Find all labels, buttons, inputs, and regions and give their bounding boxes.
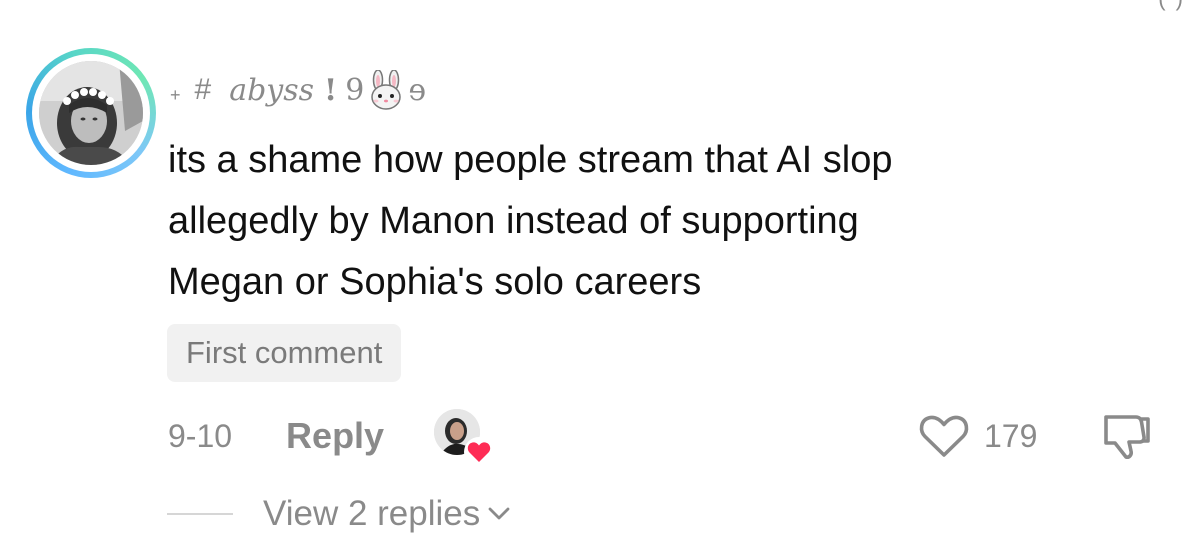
author-nine: 9 — [345, 72, 365, 108]
author-tail: ɘ — [408, 72, 427, 108]
view-replies-label: View 2 replies — [263, 494, 481, 533]
heart-outline-icon — [919, 415, 969, 457]
avatar-inner-ring — [32, 54, 150, 172]
first-comment-badge: First comment — [167, 324, 402, 382]
like-button[interactable]: 179 — [918, 410, 1037, 462]
comment-meta-row: 9-10 Reply — [168, 408, 495, 467]
heart-badge-icon — [464, 437, 495, 467]
like-count: 179 — [984, 417, 1038, 454]
previous-item-fragment: ( ) — [1158, 0, 1185, 12]
avatar-photo — [39, 61, 143, 165]
author-name: abyss — [229, 72, 315, 108]
creator-liked-indicator[interactable] — [434, 409, 495, 467]
reply-button[interactable]: Reply — [286, 415, 384, 457]
commenter-avatar[interactable] — [26, 48, 156, 178]
comment-date: 9-10 — [168, 417, 233, 454]
author-prefix-plus: + — [170, 84, 181, 105]
author-prefix-hash: # — [194, 73, 212, 106]
dislike-button[interactable] — [1098, 410, 1154, 462]
replies-divider-line — [167, 513, 233, 515]
bunny-face-icon — [371, 70, 402, 110]
comment-body: its a shame how people stream that AI sl… — [168, 139, 893, 303]
author-bang: ! — [324, 72, 338, 108]
chevron-down-icon — [488, 507, 510, 520]
comment-author[interactable]: + # abyss ! 9 ɘ — [170, 68, 426, 112]
thumbs-down-icon — [1104, 415, 1150, 459]
view-replies-button[interactable]: View 2 replies — [167, 490, 510, 538]
